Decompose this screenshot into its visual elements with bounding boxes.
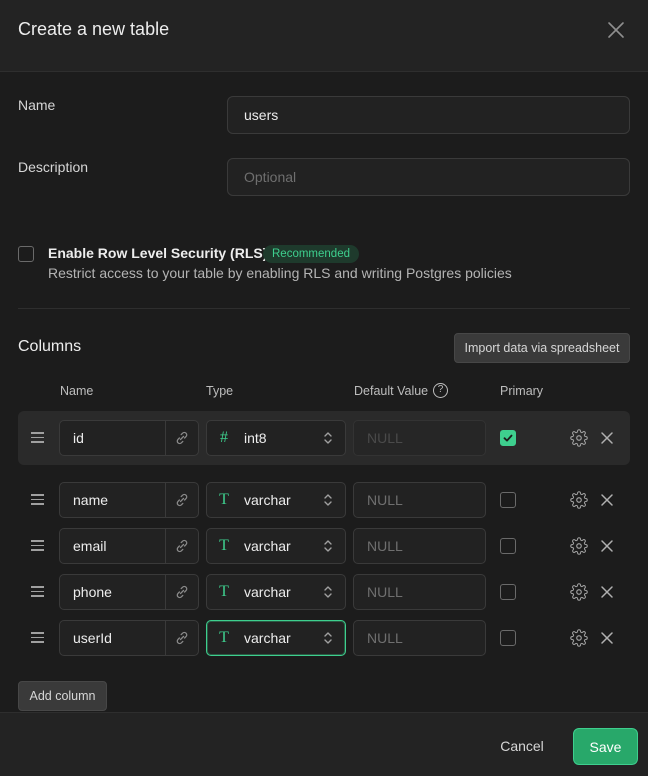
column-type-value: int8: [244, 430, 267, 446]
remove-column-icon[interactable]: [600, 585, 614, 599]
column-type-select[interactable]: T varchar: [206, 528, 346, 564]
default-value-input[interactable]: [353, 528, 486, 564]
remove-column-icon[interactable]: [600, 493, 614, 507]
field-separator: [165, 621, 166, 655]
column-name-input[interactable]: [60, 529, 166, 563]
column-name-field: [59, 482, 199, 518]
field-separator: [165, 575, 166, 609]
column-header-type: Type: [206, 384, 234, 398]
close-icon[interactable]: [606, 20, 626, 40]
column-type-value: varchar: [244, 538, 291, 554]
default-value-input[interactable]: [353, 420, 486, 456]
rls-description: Restrict access to your table by enablin…: [48, 265, 512, 281]
column-header-default: Default Value: [354, 384, 429, 398]
chevron-up-down-icon: [324, 494, 332, 506]
hash-icon: #: [220, 429, 228, 446]
default-value-input[interactable]: [353, 482, 486, 518]
column-name-field: [59, 528, 199, 564]
primary-key-checkbox[interactable]: [500, 492, 516, 508]
description-input[interactable]: [227, 158, 630, 196]
rls-checkbox[interactable]: [18, 246, 34, 262]
column-type-select[interactable]: T varchar: [206, 482, 346, 518]
column-type-select[interactable]: T varchar: [206, 620, 346, 656]
column-type-value: varchar: [244, 584, 291, 600]
cancel-button[interactable]: Cancel: [486, 728, 558, 764]
chevron-up-down-icon: [324, 586, 332, 598]
gear-icon[interactable]: [570, 583, 588, 601]
check-icon: [503, 434, 513, 442]
name-label: Name: [18, 97, 56, 113]
field-separator: [165, 421, 166, 455]
section-divider: [18, 308, 630, 309]
column-type-value: varchar: [244, 492, 291, 508]
rls-title: Enable Row Level Security (RLS): [48, 245, 268, 261]
link-icon[interactable]: [174, 430, 190, 446]
column-type-select[interactable]: T varchar: [206, 574, 346, 610]
column-header-name: Name: [60, 384, 94, 398]
column-name-input[interactable]: [60, 575, 166, 609]
column-header-primary: Primary: [500, 384, 544, 398]
column-name-input[interactable]: [60, 421, 166, 455]
dialog-footer: Cancel Save: [0, 712, 648, 776]
drag-handle-icon[interactable]: [31, 632, 44, 644]
link-icon[interactable]: [174, 538, 190, 554]
save-button[interactable]: Save: [573, 728, 638, 765]
table-name-input[interactable]: [227, 96, 630, 134]
column-name-field: [59, 420, 199, 456]
column-name-field: [59, 574, 199, 610]
gear-icon[interactable]: [570, 491, 588, 509]
default-value-input[interactable]: [353, 574, 486, 610]
remove-column-icon[interactable]: [600, 631, 614, 645]
primary-key-checkbox[interactable]: [500, 430, 516, 446]
dialog-title: Create a new table: [18, 19, 170, 39]
chevron-up-down-icon: [324, 432, 332, 444]
recommended-badge: Recommended: [263, 245, 359, 263]
gear-icon[interactable]: [570, 429, 588, 447]
text-type-icon: T: [219, 629, 229, 646]
description-label: Description: [18, 159, 89, 175]
column-name-field: [59, 620, 199, 656]
add-column-button[interactable]: Add column: [18, 681, 107, 711]
drag-handle-icon[interactable]: [31, 494, 44, 506]
column-name-input[interactable]: [60, 483, 166, 517]
gear-icon[interactable]: [570, 537, 588, 555]
import-spreadsheet-button[interactable]: Import data via spreadsheet: [454, 333, 630, 363]
drag-handle-icon[interactable]: [31, 432, 44, 444]
text-type-icon: T: [219, 583, 229, 600]
column-type-value: varchar: [244, 630, 291, 646]
remove-column-icon[interactable]: [600, 539, 614, 553]
dialog-header: Create a new table: [0, 0, 648, 72]
column-row: # int8: [18, 411, 630, 465]
field-separator: [165, 483, 166, 517]
link-icon[interactable]: [174, 492, 190, 508]
field-separator: [165, 529, 166, 563]
primary-key-checkbox[interactable]: [500, 630, 516, 646]
primary-key-checkbox[interactable]: [500, 538, 516, 554]
primary-key-checkbox[interactable]: [500, 584, 516, 600]
chevron-up-down-icon: [324, 632, 332, 644]
drag-handle-icon[interactable]: [31, 540, 44, 552]
link-icon[interactable]: [174, 630, 190, 646]
drag-handle-icon[interactable]: [31, 586, 44, 598]
question-circle-icon[interactable]: ?: [433, 383, 448, 398]
link-icon[interactable]: [174, 584, 190, 600]
remove-column-icon[interactable]: [600, 431, 614, 445]
gear-icon[interactable]: [570, 629, 588, 647]
default-value-input[interactable]: [353, 620, 486, 656]
column-name-input[interactable]: [60, 621, 166, 655]
columns-title: Columns: [18, 338, 82, 355]
chevron-up-down-icon: [324, 540, 332, 552]
column-row: T varchar: [18, 611, 630, 665]
text-type-icon: T: [219, 537, 229, 554]
text-type-icon: T: [219, 491, 229, 508]
column-type-select[interactable]: # int8: [206, 420, 346, 456]
